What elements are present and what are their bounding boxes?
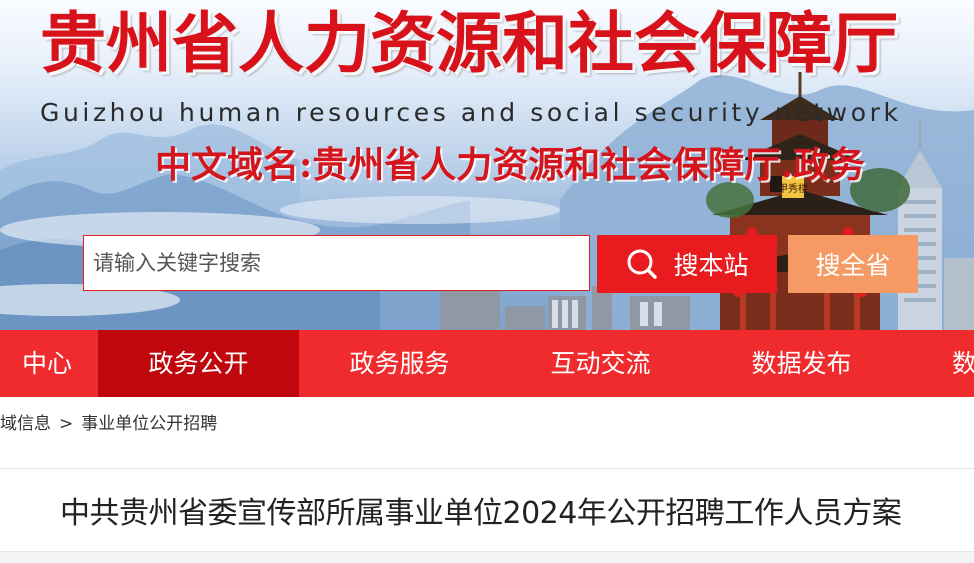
search-site-button-label: 搜本站: [673, 251, 749, 280]
chinese-domain-name: 中文域名:贵州省人力资源和社会保障厅.政务: [155, 144, 865, 186]
search-site-button[interactable]: 搜本站: [597, 235, 777, 293]
site-subtitle: Guizhou human resources and social secur…: [40, 98, 902, 127]
search-input[interactable]: [83, 235, 590, 291]
nav-item-center[interactable]: 中心: [0, 330, 98, 397]
page-background-strip: [0, 552, 974, 563]
breadcrumb-separator: >: [59, 414, 74, 434]
breadcrumb-link-recruitment[interactable]: 事业单位公开招聘: [81, 414, 217, 434]
site-title: 贵州省人力资源和社会保障厅: [40, 5, 898, 82]
main-navigation: 中心 政务公开 政务服务 互动交流 数据发布 数: [0, 330, 974, 397]
search-icon: [625, 247, 659, 281]
nav-item-interaction[interactable]: 互动交流: [500, 330, 701, 397]
header-banner: 甲秀楼 贵州省人力资源和社会保障厅 Guizhou human resource…: [0, 0, 974, 330]
search-province-button[interactable]: 搜全省: [788, 235, 918, 293]
nav-item-data[interactable]: 数: [952, 330, 974, 397]
nav-item-government-affairs-public[interactable]: 政务公开: [98, 330, 299, 397]
breadcrumb-link-domain-info[interactable]: 域信息: [0, 414, 51, 434]
nav-item-government-services[interactable]: 政务服务: [299, 330, 500, 397]
breadcrumb: 域信息 > 事业单位公开招聘: [0, 410, 217, 438]
article-title: 中共贵州省委宣传部所属事业单位2024年公开招聘工作人员方案: [60, 496, 902, 531]
nav-item-data-release[interactable]: 数据发布: [701, 330, 902, 397]
